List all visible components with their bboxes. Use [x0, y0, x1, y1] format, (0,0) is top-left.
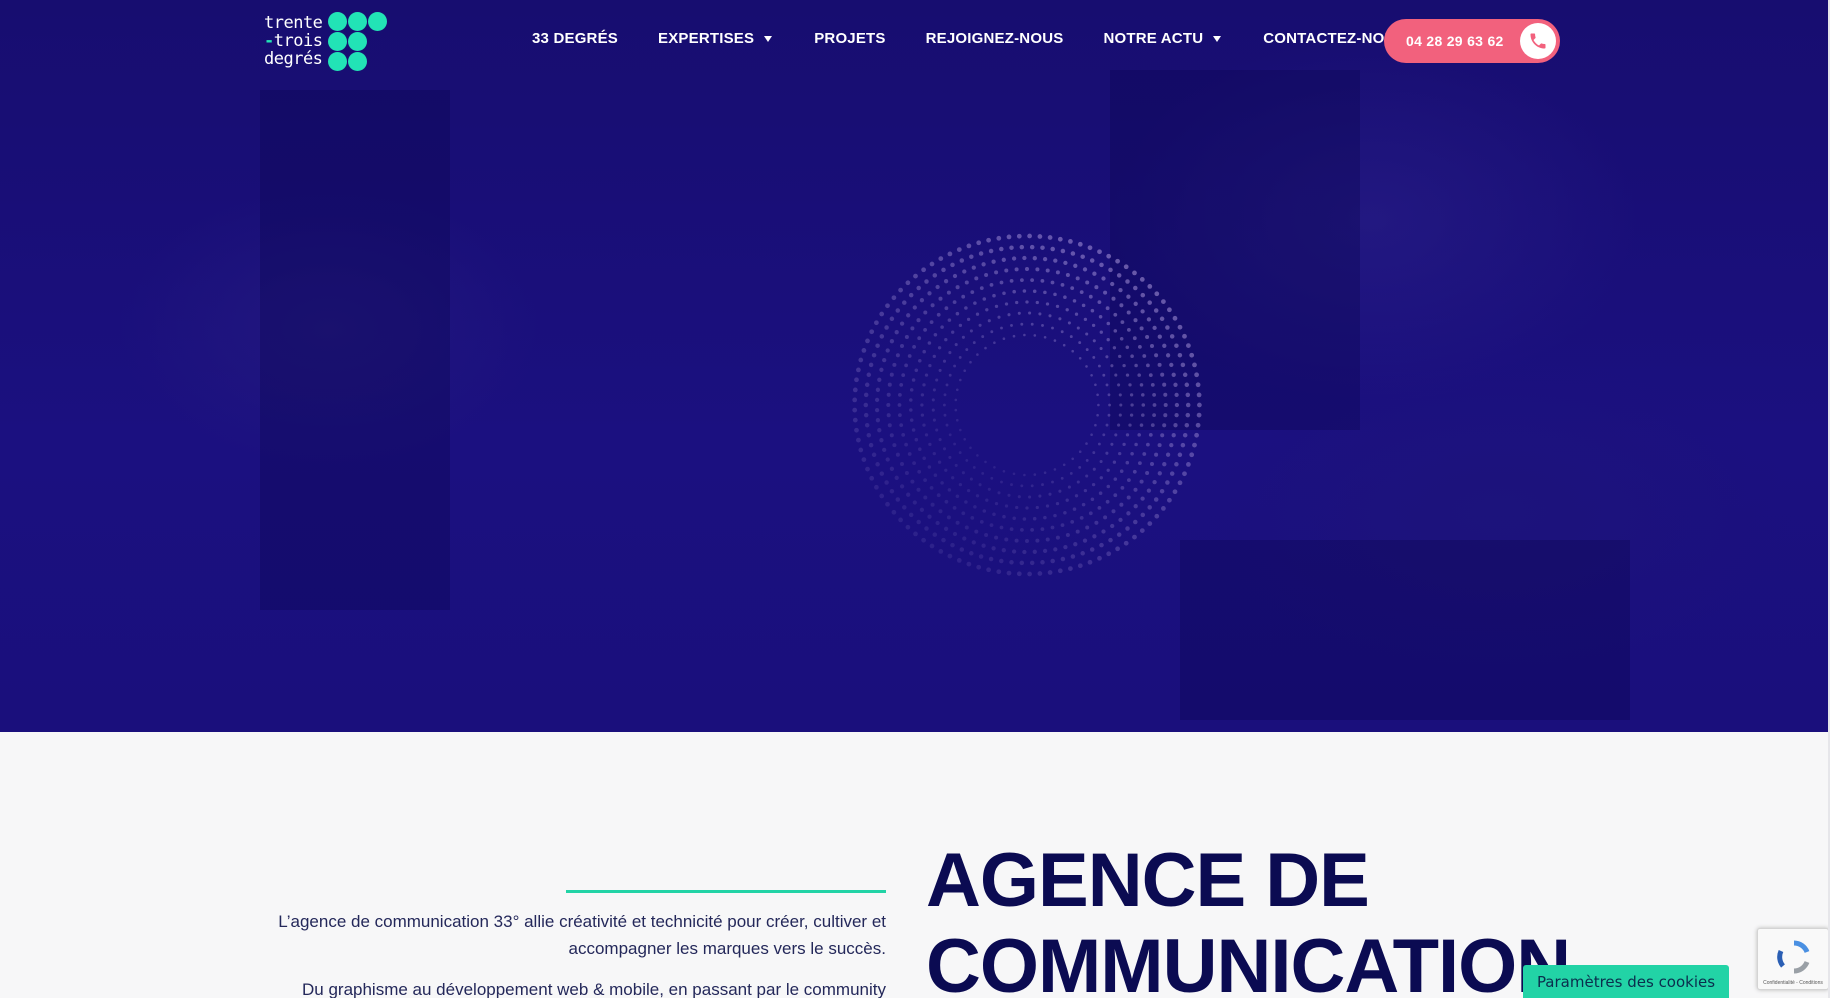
chevron-down-icon: [764, 35, 773, 42]
title-line-2: COMMUNICATION: [926, 924, 1571, 998]
logo-line-3: degrés: [264, 49, 323, 69]
intro-paragraph: L’agence de communication 33° allie créa…: [278, 912, 886, 958]
cookie-settings-button[interactable]: Paramètres des cookies: [1523, 965, 1729, 998]
dotted-ring-graphic: [852, 233, 1202, 577]
recaptcha-icon: [1777, 940, 1810, 974]
nav-item-expertises[interactable]: EXPERTISES: [658, 30, 773, 47]
page-title: AGENCE DE COMMUNICATION: [926, 838, 1571, 998]
accent-divider: [566, 890, 886, 893]
chevron-down-icon: [1213, 35, 1222, 42]
phone-number: 04 28 29 63 62: [1406, 33, 1504, 49]
nav-item-notre-actu[interactable]: NOTRE ACTU: [1103, 30, 1222, 47]
main-navigation: 33 DEGRÉS EXPERTISES PROJETS REJOIGNEZ-N…: [532, 30, 1406, 47]
logo-dash: -: [264, 31, 274, 51]
hero-banner: [0, 0, 1828, 732]
recaptcha-badge[interactable]: Confidentialité - Conditions: [1757, 928, 1829, 990]
title-line-1: AGENCE DE: [926, 838, 1370, 923]
logo-line-2: trois: [273, 31, 323, 51]
intro-text: L’agence de communication 33° allie créa…: [260, 908, 886, 998]
nav-item-33-degres[interactable]: 33 DEGRÉS: [532, 30, 618, 47]
logo-line-1: trente: [264, 13, 323, 33]
nav-item-projets[interactable]: PROJETS: [814, 30, 885, 47]
hero-bg-shape: [260, 90, 450, 610]
intro-paragraph: Du graphisme au développement web & mobi…: [302, 980, 886, 998]
site-logo[interactable]: trente -trois degrés: [264, 10, 394, 72]
nav-item-rejoignez-nous[interactable]: REJOIGNEZ-NOUS: [926, 30, 1064, 47]
hero-bg-shape: [1180, 540, 1630, 720]
logo-dots-mark: [326, 12, 388, 72]
phone-icon: [1520, 23, 1556, 59]
logo-wordmark: trente -trois degrés: [264, 13, 323, 69]
recaptcha-footer: Confidentialité - Conditions: [1763, 980, 1823, 986]
phone-call-button[interactable]: 04 28 29 63 62: [1384, 19, 1560, 63]
